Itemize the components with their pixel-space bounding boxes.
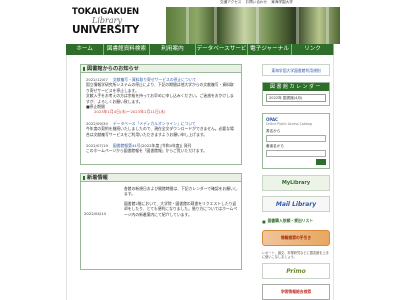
- library-calendar: 図書館カレンダー 2022年 図書館(4月): [262, 82, 330, 106]
- notice-body: 国立情報学研究所システムの停止により、下記の期間は他大学からの文献複写・資料取り…: [86, 82, 234, 93]
- notice-link[interactable]: 図書館報第44号: [113, 143, 141, 148]
- nav-item-2[interactable]: 利用案内: [150, 44, 196, 55]
- opac-title-input[interactable]: [266, 135, 326, 142]
- notice-date: 2022/07/19: [86, 143, 108, 149]
- mail-library-banner[interactable]: Mail Library: [262, 196, 330, 212]
- notice-date: 2022/12/07: [86, 77, 108, 82]
- notice-item: 2022/12/07 文献複写・資料取り寄せサービスの停止について 国立情報学研究…: [86, 77, 236, 115]
- news-text: 各館の新規日および開館時間は、下記カレンダーで確認をお願いします。: [124, 185, 238, 197]
- logo-line3: UNIVERSITY: [72, 24, 139, 36]
- site-header: TOKAIGAKUEN Library UNIVERSITY 交通アクセス お問…: [66, 0, 340, 44]
- notices-box: 2022/12/07 文献複写・資料取り寄せサービスの停止について 国立情報学研究…: [80, 73, 242, 165]
- notice-head-suffix: (2022年度 [令和4年度]) 発刊: [140, 143, 192, 149]
- nav-item-5[interactable]: リンク: [292, 44, 334, 55]
- calendar-title: 図書館カレンダー: [263, 83, 329, 91]
- nav-item-0[interactable]: ホーム: [66, 44, 104, 55]
- news-date: 2022/04/14: [84, 210, 106, 216]
- main-nav: ホーム 図書館資料検索 利用案内 データベースサービス 電子ジャーナル リンク: [66, 44, 334, 63]
- side-column: 東海学園大学図書館利用規則 図書館カレンダー 2022年 図書館(4月) OPA…: [262, 64, 330, 300]
- notice-body: 今年度の契約を継続いたしましたので、現在全文ダウンロードができません。必要な場合…: [86, 126, 234, 137]
- notice-body: このホームページから図書館報を「図書館報」からご覧いただけます。: [86, 148, 207, 154]
- news-item: 2022/04/14 図書館2階において、大学院・図書館の蔵書をリクエストしたり…: [84, 201, 238, 217]
- notice-item: 2022/07/19 図書館報第44号(2022年度 [令和4年度]) 発刊 この…: [86, 143, 236, 154]
- opac-search: OPAC Online Public Access Catalog 書名から 著…: [262, 113, 330, 169]
- notice-body2: 文献入手をお考えの方は余裕を持ってお早めに申し込みください。ご迷惑をおかけします…: [86, 93, 234, 104]
- header-photo: [166, 7, 340, 44]
- top-link-contact[interactable]: お問い合わせ: [246, 0, 268, 4]
- news-text: 図書館2階において、大学院・図書館の蔵書をリクエストしたり返却をしたり、とても便…: [124, 200, 238, 217]
- request-link[interactable]: ■ 図書購入依頼・貸出リスト: [262, 217, 330, 225]
- opac-title-label: 書名から: [266, 129, 281, 133]
- nav-item-3[interactable]: データベースサービス: [196, 44, 248, 63]
- opac-search-button[interactable]: [316, 159, 326, 165]
- academic-search-banner[interactable]: 学術情報総合検索: [262, 284, 330, 300]
- news-title: 新着情報: [80, 172, 242, 182]
- mylibrary-banner[interactable]: MyLibrary: [262, 175, 330, 191]
- notices-title: 図書館からのお知らせ: [80, 64, 242, 73]
- search-guide-note: レポート、論文、卒業研究などに図書館を上手に使いこなしましょう。: [262, 251, 329, 260]
- primo-banner[interactable]: Primo: [262, 263, 330, 280]
- news-item: 各館の新規日および開館時間は、下記カレンダーで確認をお願いします。: [84, 186, 238, 197]
- top-link-access[interactable]: 交通アクセス: [220, 0, 241, 4]
- main-column: 図書館からのお知らせ 2022/12/07 文献複写・資料取り寄せサービスの停止に…: [80, 64, 242, 270]
- opac-author-label: 著者名から: [266, 144, 284, 148]
- site-logo[interactable]: TOKAIGAKUEN Library UNIVERSITY: [72, 8, 156, 42]
- opac-subtitle: Online Public Access Catalog: [266, 122, 312, 126]
- nav-item-1[interactable]: 図書館資料検索: [104, 44, 150, 55]
- news-box: 各館の新規日および開館時間は、下記カレンダーで確認をお願いします。 2022/0…: [80, 181, 242, 270]
- opac-author-input[interactable]: [266, 150, 326, 157]
- notice-link[interactable]: データベース「メディカルオンライン」について: [113, 121, 196, 126]
- top-links: 交通アクセス お問い合わせ 東海学園大学: [220, 0, 296, 7]
- notice-link[interactable]: 文献複写・資料取り寄せサービスの停止について: [113, 77, 196, 82]
- news-date: [84, 186, 124, 197]
- notice-date: 2022/09/30: [86, 120, 108, 126]
- request-label: 図書購入依頼・貸出リスト: [267, 218, 314, 223]
- page: TOKAIGAKUEN Library UNIVERSITY 交通アクセス お問…: [0, 0, 400, 300]
- calendar-select[interactable]: 2022年 図書館(4月): [266, 94, 326, 102]
- regulations-link[interactable]: 東海学園大学図書館利用規則: [262, 64, 330, 76]
- book-icon: ■: [262, 218, 266, 224]
- notice-item: 2022/09/30 データベース「メディカルオンライン」について 今年度の契約を…: [86, 121, 236, 137]
- notice-period: 2023年1月4日(水)～2023年1月11日(水): [94, 109, 166, 115]
- search-guide-banner[interactable]: 情報検索の手引き: [262, 230, 330, 246]
- top-link-university[interactable]: 東海学園大学: [271, 0, 293, 4]
- nav-item-4[interactable]: 電子ジャーナル: [248, 44, 292, 55]
